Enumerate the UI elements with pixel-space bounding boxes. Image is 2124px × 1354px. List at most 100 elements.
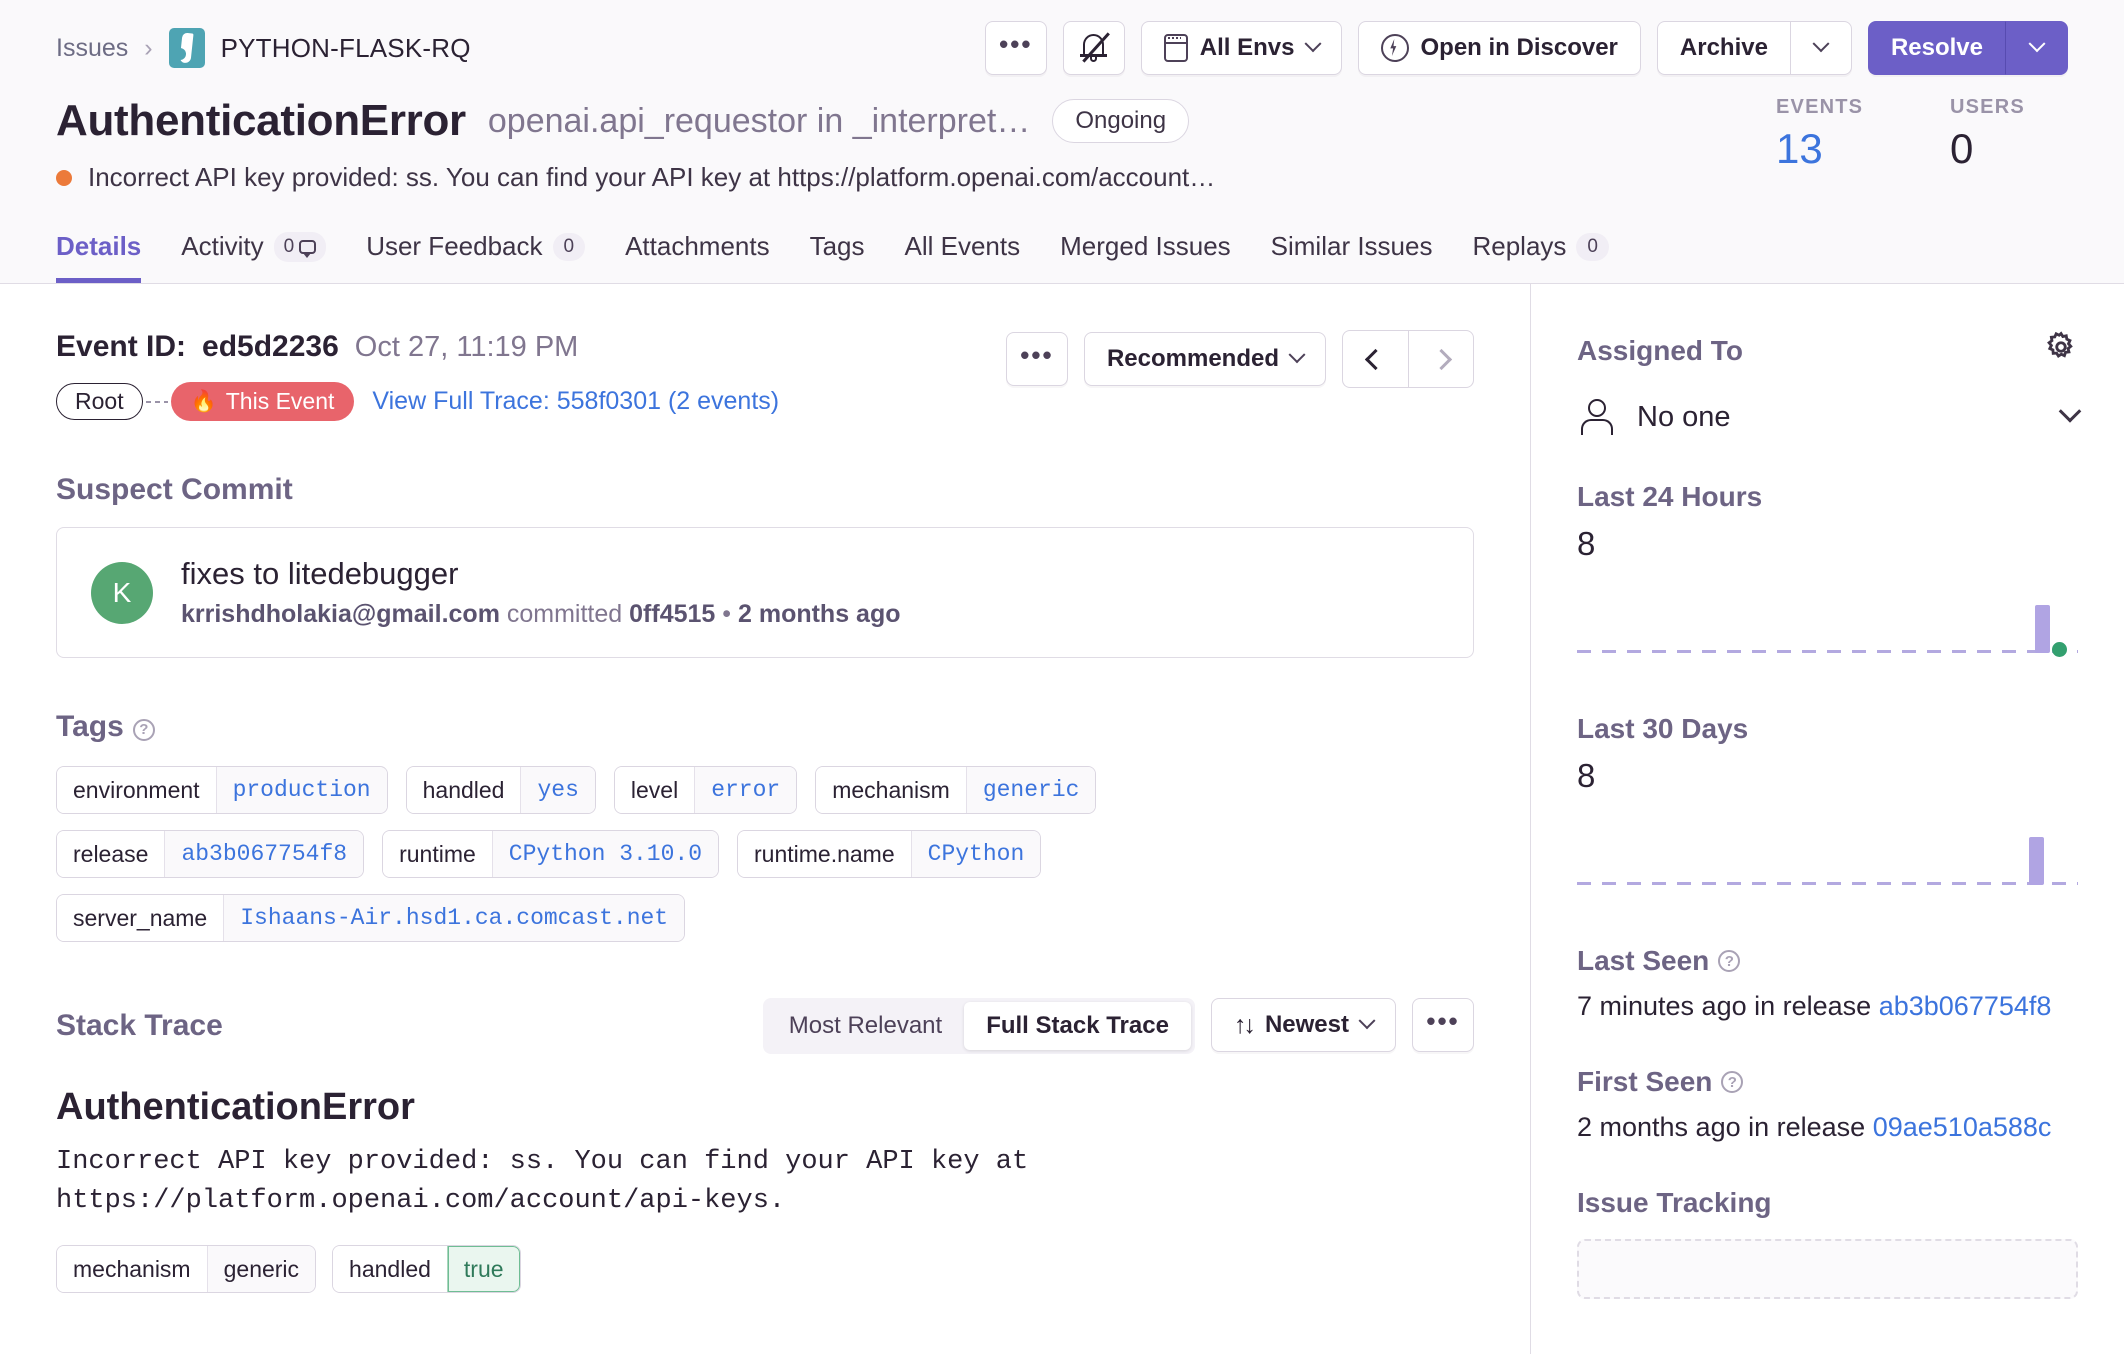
tab-replays-badge: 0 [1576, 232, 1609, 261]
resolve-button-group: Resolve [1867, 21, 2068, 75]
stat-events-label: EVENTS [1776, 96, 1864, 118]
tag-value[interactable]: CPython [910, 831, 1041, 877]
mute-notifications-button[interactable] [1062, 21, 1125, 75]
tag-mechanism[interactable]: mechanism generic [815, 766, 1097, 814]
tab-details[interactable]: Details [56, 231, 142, 283]
tag-level[interactable]: level error [613, 766, 798, 814]
tag-handled[interactable]: handled yes [405, 766, 596, 814]
tag-runtime-name[interactable]: runtime.name CPython [737, 830, 1042, 878]
tag-value[interactable]: error [694, 767, 797, 813]
assignee-selector[interactable]: No one [1577, 397, 2082, 437]
stack-trace-sort-button[interactable]: ↑↓ Newest [1210, 998, 1396, 1052]
tag-server-name[interactable]: server_name Ishaans-Air.hsd1.ca.comcast.… [56, 894, 686, 942]
tag-value[interactable]: yes [520, 767, 595, 813]
last-24-hours-sparkline[interactable] [1577, 573, 2078, 669]
environment-selector-button[interactable]: All Envs [1140, 21, 1342, 75]
gear-icon[interactable] [2044, 330, 2078, 371]
tab-similar-issues[interactable]: Similar Issues [1271, 231, 1433, 283]
stat-events-value[interactable]: 13 [1776, 125, 1884, 173]
first-seen-release-link[interactable]: 09ae510a588c [1873, 1112, 2052, 1142]
assignee-name: No one [1637, 400, 1731, 433]
event-date: Oct 27, 11:19 PM [354, 331, 579, 363]
issue-title-block: AuthenticationError openai.api_requestor… [56, 96, 1215, 193]
issue-tracking-title: Issue Tracking [1577, 1187, 1772, 1218]
tag-release[interactable]: release ab3b067754f8 [56, 830, 365, 878]
tab-user-feedback[interactable]: User Feedback 0 [366, 231, 586, 283]
discover-label: Open in Discover [1420, 34, 1618, 61]
issue-tabs: Details Activity 0 User Feedback 0 Attac… [56, 211, 2068, 283]
help-icon[interactable]: ? [132, 718, 155, 741]
tab-user-feedback-label: User Feedback [366, 231, 543, 261]
tag-value[interactable]: CPython 3.10.0 [491, 831, 719, 877]
help-icon[interactable]: ? [1721, 1071, 1744, 1093]
tab-attachments[interactable]: Attachments [625, 231, 770, 283]
first-seen-time: 2 months ago [1577, 1112, 1741, 1142]
error-tag-mechanism[interactable]: mechanism generic [56, 1245, 317, 1294]
open-in-discover-button[interactable]: Open in Discover [1357, 21, 1641, 75]
suspect-commit-title: Suspect Commit [56, 473, 293, 506]
breadcrumb-issues-link[interactable]: Issues [56, 34, 128, 63]
sparkline-current-marker [2052, 642, 2067, 657]
tag-value[interactable]: Ishaans-Air.hsd1.ca.comcast.net [223, 895, 685, 941]
tab-tags[interactable]: Tags [810, 231, 865, 283]
tag-environment[interactable]: environment production [56, 766, 388, 814]
archive-button[interactable]: Archive [1656, 21, 1790, 75]
tab-activity-badge: 0 [273, 231, 327, 262]
tag-value[interactable]: production [215, 767, 387, 813]
stack-trace-controls: Most Relevant Full Stack Trace ↑↓ Newest… [762, 998, 1474, 1054]
archive-dropdown-button[interactable] [1789, 21, 1852, 75]
trace-this-event-label: This Event [225, 388, 335, 414]
chevron-down-icon [1358, 1012, 1376, 1030]
tag-runtime[interactable]: runtime CPython 3.10.0 [382, 830, 720, 878]
trace-this-event-pill[interactable]: 🔥 This Event [170, 382, 355, 421]
tab-merged-issues-label: Merged Issues [1060, 231, 1231, 261]
help-icon[interactable]: ? [1718, 950, 1741, 972]
next-event-button[interactable] [1408, 330, 1474, 388]
stack-trace-more-button[interactable]: ••• [1412, 998, 1474, 1052]
tab-merged-issues[interactable]: Merged Issues [1060, 231, 1231, 283]
tag-value[interactable]: ab3b067754f8 [164, 831, 364, 877]
archive-button-group: Archive [1656, 21, 1852, 75]
issue-tracking-placeholder[interactable] [1577, 1239, 2078, 1299]
trace-line: Root 🔥 This Event View Full Trace: 558f0… [56, 382, 779, 421]
last-seen-value: 7 minutes ago in release ab3b067754f8 [1577, 991, 2078, 1022]
segment-most-relevant[interactable]: Most Relevant [767, 1002, 964, 1050]
more-actions-button[interactable]: ••• [984, 21, 1047, 75]
view-full-trace-link[interactable]: View Full Trace: 558f0301 (2 events) [372, 387, 779, 416]
header-top-row: Issues › PYTHON-FLASK-RQ ••• All Envs Op… [56, 0, 2068, 96]
commit-sha[interactable]: 0ff4515 [629, 600, 715, 628]
resolve-button[interactable]: Resolve [1867, 21, 2006, 75]
event-nav-group [1342, 330, 1474, 388]
event-header: Event ID: ed5d2236 Oct 27, 11:19 PM Root… [56, 330, 1474, 421]
status-badge[interactable]: Ongoing [1052, 99, 1190, 143]
last-24-hours-title: Last 24 Hours [1577, 481, 1763, 512]
event-sort-recommended-button[interactable]: Recommended [1083, 332, 1326, 386]
flame-icon: 🔥 [190, 390, 217, 413]
last-seen-release-link[interactable]: ab3b067754f8 [1879, 991, 2052, 1021]
chevron-down-icon [2058, 400, 2082, 423]
suspect-commit-card[interactable]: K fixes to litedebugger krrishdholakia@g… [56, 527, 1474, 658]
last-24-hours-count: 8 [1577, 525, 1596, 562]
tag-value[interactable]: generic [965, 767, 1096, 813]
previous-event-button[interactable] [1342, 330, 1408, 388]
last-30-days-title: Last 30 Days [1577, 713, 1749, 744]
tab-all-events[interactable]: All Events [905, 231, 1021, 283]
event-more-button[interactable]: ••• [1005, 332, 1068, 386]
stack-trace-view-toggle: Most Relevant Full Stack Trace [762, 998, 1195, 1054]
tag-key: runtime.name [738, 831, 911, 877]
breadcrumb-project[interactable]: PYTHON-FLASK-RQ [168, 28, 471, 68]
first-seen-section: First Seen? 2 months ago in release 09ae… [1577, 1066, 2078, 1143]
last-30-days-sparkline[interactable] [1577, 805, 2078, 901]
tab-replays[interactable]: Replays 0 [1472, 231, 1609, 283]
event-id-value[interactable]: ed5d2236 [202, 330, 339, 364]
segment-full-stack-trace[interactable]: Full Stack Trace [964, 1002, 1191, 1050]
assigned-to-title: Assigned To [1577, 330, 2078, 371]
error-tag-handled[interactable]: handled true [332, 1245, 521, 1294]
tab-activity[interactable]: Activity 0 [181, 231, 327, 283]
last-seen-label: Last Seen [1577, 945, 1710, 976]
last-seen-section: Last Seen? 7 minutes ago in release ab3b… [1577, 945, 2078, 1022]
tag-key: handled [406, 767, 521, 813]
trace-root-pill[interactable]: Root [56, 383, 143, 420]
archive-label: Archive [1679, 34, 1768, 61]
resolve-dropdown-button[interactable] [2006, 21, 2068, 75]
